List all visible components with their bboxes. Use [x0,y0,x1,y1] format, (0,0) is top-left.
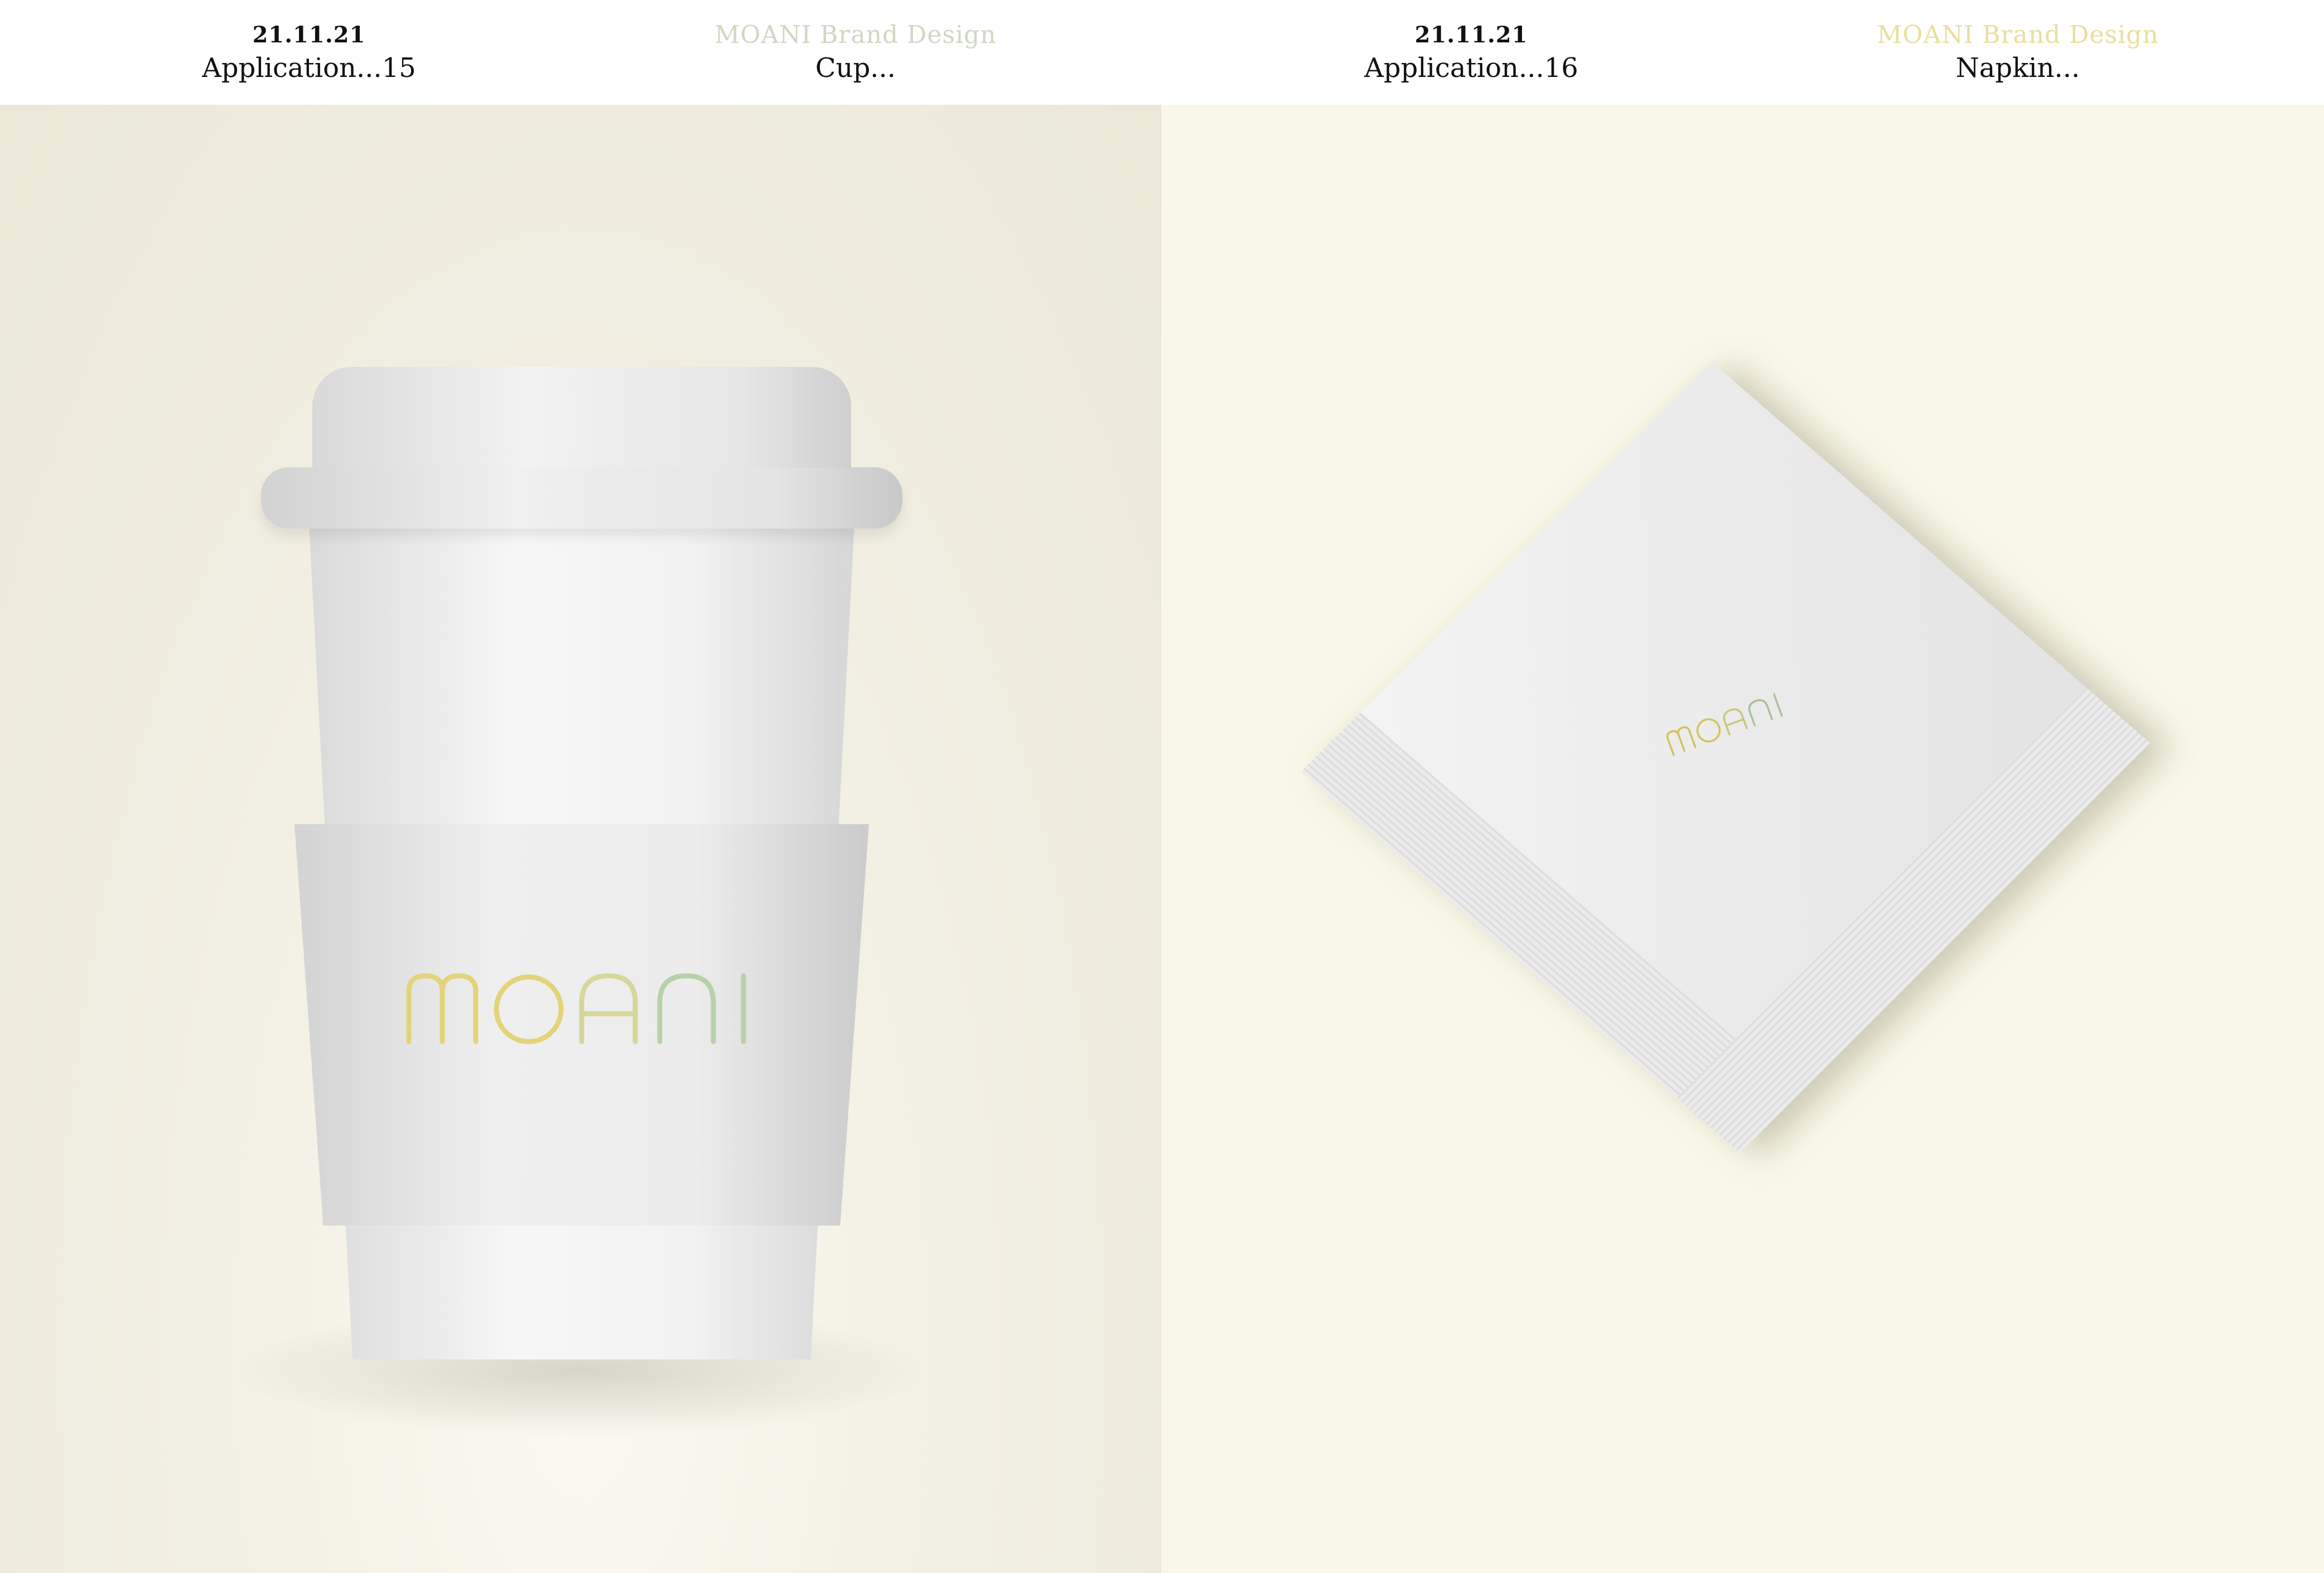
cup-lid-rim [261,467,902,529]
moani-logo [261,969,902,1049]
logo-letter-m [406,973,479,1044]
cup-header-right: MOANI Brand Design Cup... [660,19,1051,85]
napkin-scene [1162,105,2324,1573]
napkin-page: 21.11.21 Application...16 MOANI Brand De… [1162,0,2324,1573]
napkin-header-right: MOANI Brand Design Napkin... [1823,19,2213,85]
cup-lid-top [312,367,851,478]
cup-page-header: 21.11.21 Application...15 MOANI Brand De… [0,0,1162,105]
logo-letter-a [579,973,638,1044]
logo-letter-o [494,974,564,1044]
napkin-page-header: 21.11.21 Application...16 MOANI Brand De… [1162,0,2324,105]
napkin-embossed-border-bottom [1676,688,2151,1153]
napkin-header-left: 21.11.21 Application...16 [1276,19,1666,85]
napkin-paper [1301,361,2151,1153]
moani-logo-mark [406,973,746,1044]
logo-letter-n [657,973,716,1044]
coffee-cup [261,367,902,1371]
cup-header-left: 21.11.21 Application...15 [114,19,504,85]
napkin-item-label: Napkin... [1955,52,2080,84]
napkin-application-label: Application...16 [1364,52,1578,84]
cup-date: 21.11.21 [252,22,366,48]
cup-application-label: Application...15 [202,52,416,84]
napkin-brand-title: MOANI Brand Design [1877,21,2159,49]
cup-scene [0,105,1162,1573]
cup-page: 21.11.21 Application...15 MOANI Brand De… [0,0,1162,1573]
cup-item-label: Cup... [815,52,896,84]
cup-brand-title: MOANI Brand Design [714,21,997,49]
napkin-date: 21.11.21 [1414,22,1528,48]
